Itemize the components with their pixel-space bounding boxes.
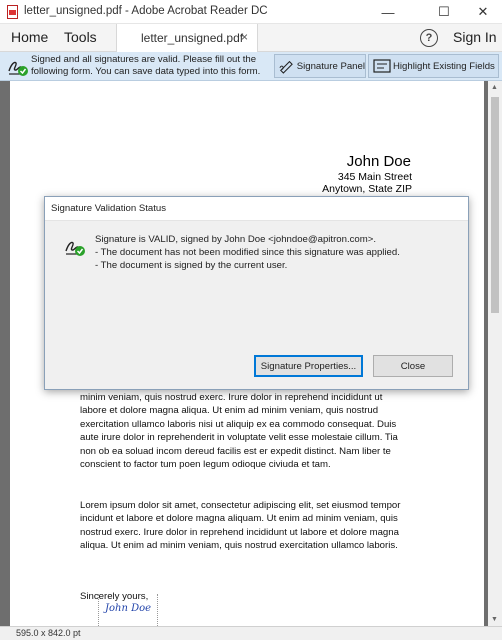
handwritten-signature: John Doe <box>105 603 152 614</box>
validation-message: Signature is VALID, signed by John Doe <… <box>95 233 455 272</box>
page-size-readout: 595.0 x 842.0 pt <box>16 628 81 638</box>
signature-panel-button[interactable]: Signature Panel <box>274 54 366 78</box>
scroll-down-arrow-icon[interactable]: ▼ <box>491 616 498 623</box>
pen-icon <box>279 60 293 74</box>
help-icon[interactable]: ? <box>420 29 438 47</box>
close-dialog-button[interactable]: Close <box>373 355 453 377</box>
signature-properties-button[interactable]: Signature Properties... <box>254 355 363 377</box>
scroll-up-arrow-icon[interactable]: ▲ <box>491 84 498 91</box>
title-bar: letter_unsigned.pdf - Adobe Acrobat Read… <box>0 0 502 24</box>
tools-tab[interactable]: Tools <box>64 29 97 45</box>
validation-line-1: Signature is VALID, signed by John Doe <… <box>95 234 377 245</box>
scroll-thumb[interactable] <box>491 97 499 313</box>
dialog-title-bar[interactable]: Signature Validation Status <box>45 197 468 221</box>
pdf-file-icon <box>7 5 18 19</box>
valid-signature-icon <box>65 241 85 256</box>
nav-bar: Home Tools letter_unsigned.pdf × ? Sign … <box>0 24 502 52</box>
vertical-scrollbar[interactable]: ▲ ▼ <box>488 81 502 626</box>
window-title: letter_unsigned.pdf - Adobe Acrobat Read… <box>24 5 268 17</box>
validation-line-2: - The document has not been modified sin… <box>95 247 400 258</box>
valid-signature-icon <box>8 61 28 76</box>
status-bar: 595.0 x 842.0 pt <box>0 626 502 640</box>
home-tab[interactable]: Home <box>11 29 48 45</box>
signature-panel-label: Signature Panel <box>296 60 365 72</box>
document-tab-label: letter_unsigned.pdf <box>141 31 244 45</box>
validation-line-3: - The document is signed by the current … <box>95 260 288 271</box>
sign-in-button[interactable]: Sign In <box>453 29 497 45</box>
notification-text: Signed and all signatures are valid. Ple… <box>31 54 261 77</box>
form-fields-icon <box>373 59 391 73</box>
body-paragraph-1: minim veniam, quis nostrud exerc. Irure … <box>80 392 398 471</box>
minimize-button[interactable]: — <box>365 0 411 24</box>
highlight-fields-label: Highlight Existing Fields <box>393 60 495 72</box>
signature-notification-bar: Signed and all signatures are valid. Ple… <box>0 52 502 81</box>
highlight-fields-button[interactable]: Highlight Existing Fields <box>368 54 499 78</box>
sender-city: Anytown, State ZIP <box>322 183 412 195</box>
dialog-title: Signature Validation Status <box>51 203 167 214</box>
signature-validation-dialog: Signature Validation Status Signature is… <box>44 196 469 390</box>
sender-name: John Doe <box>346 153 411 170</box>
sender-street: 345 Main Street <box>337 171 412 183</box>
body-paragraph-2: Lorem ipsum dolor sit amet, consectetur … <box>80 500 401 552</box>
close-window-button[interactable]: ✕ <box>460 0 502 24</box>
document-tab[interactable]: letter_unsigned.pdf × <box>116 24 258 52</box>
close-tab-icon[interactable]: × <box>241 30 248 44</box>
